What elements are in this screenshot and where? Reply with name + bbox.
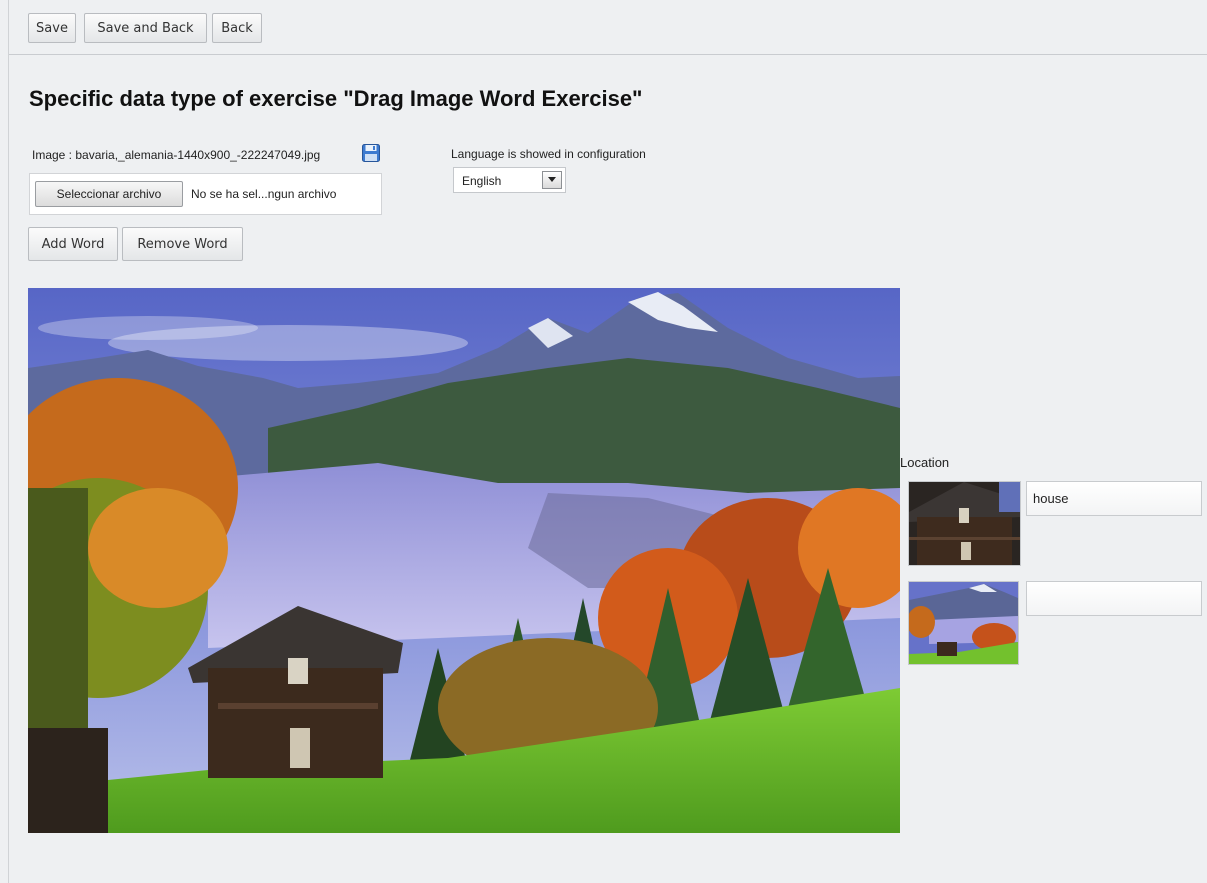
location-word-input[interactable] [1026, 581, 1202, 616]
editor-frame: Save Save and Back Back Specific data ty… [8, 0, 1207, 883]
language-label: Language is showed in configuration [451, 147, 646, 161]
choose-file-button[interactable]: Seleccionar archivo [35, 181, 183, 207]
back-button[interactable]: Back [212, 13, 262, 43]
exercise-image[interactable] [28, 288, 900, 833]
page-title: Specific data type of exercise "Drag Ima… [29, 86, 643, 111]
location-word-input[interactable]: house [1026, 481, 1202, 516]
save-and-back-button[interactable]: Save and Back [84, 13, 207, 43]
language-selected-value: English [462, 174, 502, 188]
image-filename-label: Image : bavaria,_alemania-1440x900_-2222… [32, 148, 321, 162]
no-file-selected-text: No se ha sel...ngun archivo [191, 187, 337, 201]
add-word-button[interactable]: Add Word [28, 227, 118, 261]
toolbar: Save Save and Back Back [9, 0, 1207, 55]
remove-word-button[interactable]: Remove Word [122, 227, 243, 261]
location-thumbnail[interactable] [908, 581, 1019, 665]
floppy-disk-icon[interactable] [362, 144, 380, 162]
chevron-down-icon[interactable] [542, 171, 562, 189]
save-button[interactable]: Save [28, 13, 76, 43]
language-select[interactable]: English [453, 167, 566, 193]
file-picker: Seleccionar archivo No se ha sel...ngun … [29, 173, 382, 215]
location-label: Location [900, 455, 950, 470]
location-thumbnail[interactable] [908, 481, 1021, 566]
